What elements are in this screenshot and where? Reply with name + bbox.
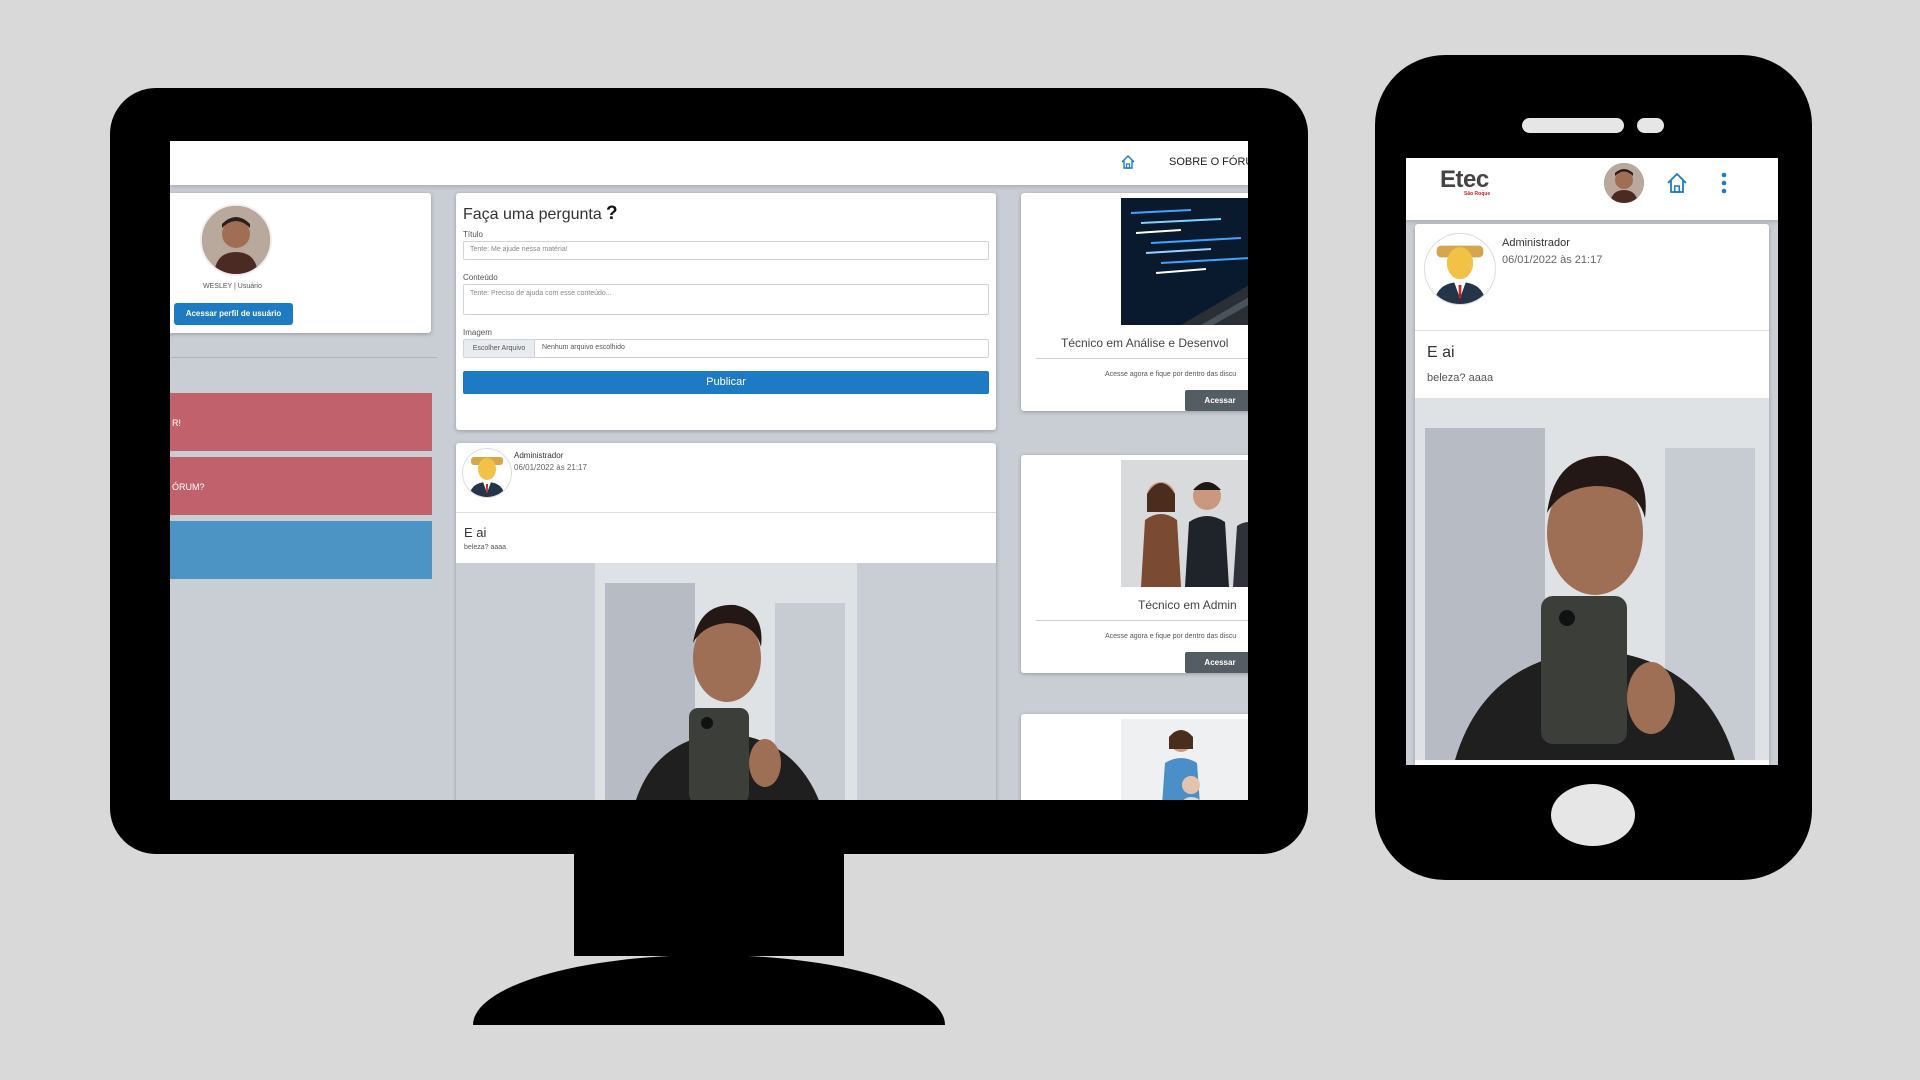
ask-form-title: Faça uma pergunta (463, 206, 602, 223)
sidebar-item-3[interactable] (170, 521, 432, 579)
sidebar-divider (170, 357, 437, 358)
sidebar-item-1[interactable]: R! (170, 393, 432, 451)
admin-avatar (462, 448, 512, 498)
sidebar-item-2-label: ÓRUM? (172, 482, 205, 492)
profile-user-label: WESLEY | Usuário (203, 283, 262, 290)
sidebar-item-1-label: R! (172, 418, 181, 428)
post-image[interactable] (595, 563, 857, 800)
file-status: Nenhum arquivo escolhido (542, 344, 625, 351)
nav-about-link[interactable]: SOBRE O FÓRUM (1169, 156, 1248, 168)
mobile-screen: Etec São Roque Administrador 06/01/2022 … (1406, 158, 1778, 765)
file-input[interactable]: Escolher Arquivo Nenhum arquivo escolhid… (463, 339, 989, 358)
course-card-2: Técnico em Admin Acesse agora e fique po… (1021, 455, 1248, 673)
mobile-post-body: beleza? aaaa (1427, 372, 1494, 384)
course-1-divider (1036, 358, 1248, 359)
titulo-input[interactable]: Tente: Me ajude nessa matéria! (463, 241, 989, 260)
mobile-post-author[interactable]: Administrador (1502, 237, 1570, 249)
post-body: beleza? aaaa (464, 544, 507, 551)
course-2-desc: Acesse agora e fique por dentro das disc… (1105, 633, 1237, 640)
monitor-neck (574, 852, 844, 956)
ask-question-card: Faça uma pergunta ? Título Tente: Me aju… (456, 193, 996, 430)
post-card: Administrador 06/01/2022 às 21:17 E ai b… (456, 443, 996, 800)
post-author[interactable]: Administrador (514, 451, 563, 460)
file-choose-button[interactable]: Escolher Arquivo (464, 340, 535, 357)
mobile-logo-sub: São Roque (1464, 191, 1491, 197)
mobile-home-icon[interactable] (1665, 171, 1689, 195)
conteudo-label: Conteúdo (463, 273, 498, 282)
course-1-title[interactable]: Técnico em Análise e Desenvol (1061, 336, 1228, 350)
post-divider (456, 512, 996, 513)
course-card-3 (1021, 714, 1248, 800)
mobile-post-divider (1415, 330, 1769, 331)
course-2-title[interactable]: Técnico em Admin (1138, 598, 1237, 612)
post-title: E ai (464, 525, 487, 540)
mobile-post-date: 06/01/2022 às 21:17 (1502, 254, 1603, 266)
desktop-screen: SOBRE O FÓRUM WESLEY | Usuário Acessar p… (170, 141, 1248, 800)
user-avatar[interactable] (200, 204, 272, 276)
mobile-user-avatar[interactable] (1604, 163, 1644, 203)
course-2-divider (1036, 620, 1248, 621)
question-mark-icon: ? (606, 203, 618, 224)
mobile-post-title: E ai (1427, 344, 1455, 361)
publish-button[interactable]: Publicar (463, 371, 989, 394)
mobile-post-card: Administrador 06/01/2022 às 21:17 E ai b… (1415, 224, 1769, 765)
more-vert-icon[interactable] (1720, 171, 1728, 195)
course-1-image[interactable] (1121, 198, 1248, 325)
titulo-label: Título (463, 230, 484, 239)
sidebar-item-2[interactable]: ÓRUM? (170, 457, 432, 515)
course-card-1: Técnico em Análise e Desenvol Acesse ago… (1021, 193, 1248, 411)
course-3-image[interactable] (1121, 719, 1248, 800)
home-icon[interactable] (1120, 154, 1136, 170)
course-1-desc: Acesse agora e fique por dentro das disc… (1105, 371, 1237, 378)
course-1-access-button[interactable]: Acessar (1185, 390, 1248, 411)
mobile-admin-avatar (1424, 233, 1496, 305)
phone-camera (1637, 118, 1664, 133)
mobile-post-image[interactable] (1415, 398, 1769, 760)
phone-speaker (1522, 118, 1624, 133)
conteudo-textarea[interactable]: Tente: Preciso de ajuda com esse conteúd… (463, 284, 989, 315)
mobile-logo[interactable]: Etec (1440, 166, 1489, 194)
imagem-label: Imagem (463, 328, 492, 337)
course-2-image[interactable] (1121, 460, 1248, 587)
profile-access-button[interactable]: Acessar perfil de usuário (174, 303, 293, 325)
monitor-base (473, 955, 945, 1025)
post-date: 06/01/2022 às 21:17 (514, 463, 587, 472)
top-navbar: SOBRE O FÓRUM (170, 141, 1248, 185)
profile-card: WESLEY | Usuário Acessar perfil de usuár… (170, 193, 431, 333)
mobile-navbar: Etec São Roque (1406, 158, 1778, 220)
phone-home-button[interactable] (1551, 784, 1635, 846)
course-2-access-button[interactable]: Acessar (1185, 652, 1248, 673)
